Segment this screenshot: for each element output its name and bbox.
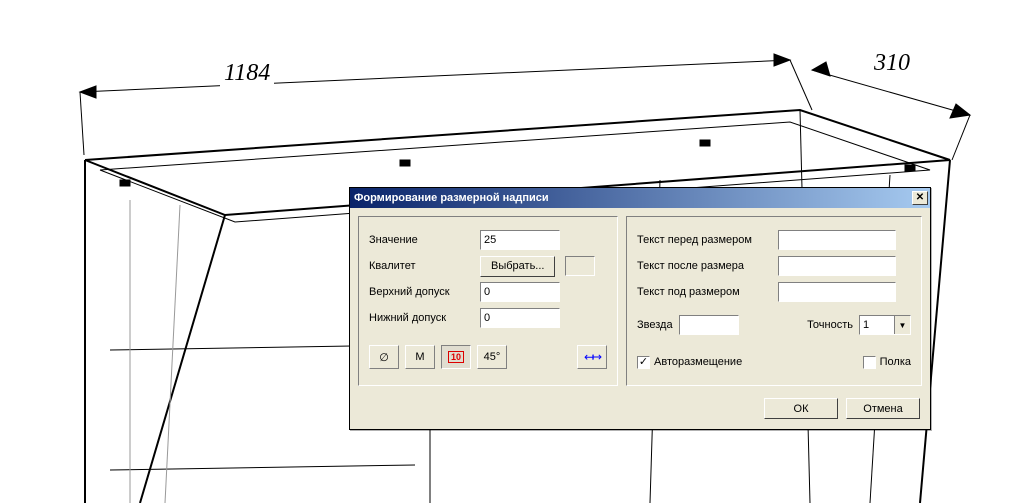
checkbox-unchecked-icon [863,356,876,369]
left-group: Значение Квалитет Выбрать... Верхний доп… [358,216,618,386]
choose-qualitet-button[interactable]: Выбрать... [480,256,555,277]
text-after-input[interactable] [778,256,896,276]
text-under-input[interactable] [778,282,896,302]
dialog-titlebar[interactable]: Формирование размерной надписи ✕ [350,188,930,208]
shelf-label: Полка [880,356,911,368]
arrows-symbol-button[interactable]: ↤↦ [577,345,607,369]
value-label: Значение [369,234,474,246]
ok-button[interactable]: ОК [764,398,838,419]
checkbox-checked-icon: ✓ [637,356,650,369]
precision-value: 1 [860,316,894,334]
dialog-title: Формирование размерной надписи [354,192,912,204]
autoplacement-label: Авторазмещение [654,356,742,368]
qualitet-display [565,256,595,276]
text-before-label: Текст перед размером [637,234,772,246]
dropdown-icon[interactable]: ▼ [894,316,910,334]
text-under-label: Текст под размером [637,286,772,298]
value-input[interactable] [480,230,560,250]
text-before-input[interactable] [778,230,896,250]
autoplacement-checkbox[interactable]: ✓ Авторазмещение [637,349,742,375]
text-after-label: Текст после размера [637,260,772,272]
close-icon[interactable]: ✕ [912,191,928,205]
star-input[interactable] [679,315,739,335]
diameter-symbol-button[interactable]: ∅ [369,345,399,369]
metric-symbol-button[interactable]: М [405,345,435,369]
upper-tolerance-label: Верхний допуск [369,286,474,298]
boxed-symbol-button[interactable]: 10 [441,345,471,369]
dimension-label-top: 1184 [220,60,274,87]
lower-tolerance-label: Нижний допуск [369,312,474,324]
qualitet-label: Квалитет [369,260,474,272]
dialog-footer: ОК Отмена [350,394,930,429]
lower-tolerance-input[interactable] [480,308,560,328]
shelf-checkbox[interactable]: Полка [863,349,911,375]
cancel-button[interactable]: Отмена [846,398,920,419]
star-label: Звезда [637,319,673,331]
dimension-label-right: 310 [870,50,914,77]
dimension-text-dialog: Формирование размерной надписи ✕ Значени… [349,187,931,430]
precision-select[interactable]: 1 ▼ [859,315,911,335]
right-group: Текст перед размером Текст после размера… [626,216,922,386]
double-arrow-icon: ↤↦ [584,350,600,364]
angle-symbol-button[interactable]: 45° [477,345,507,369]
precision-label: Точность [807,319,853,331]
symbol-toolbar: ∅ М 10 45° ↤↦ [369,343,607,371]
boxed-10-icon: 10 [448,351,464,363]
upper-tolerance-input[interactable] [480,282,560,302]
